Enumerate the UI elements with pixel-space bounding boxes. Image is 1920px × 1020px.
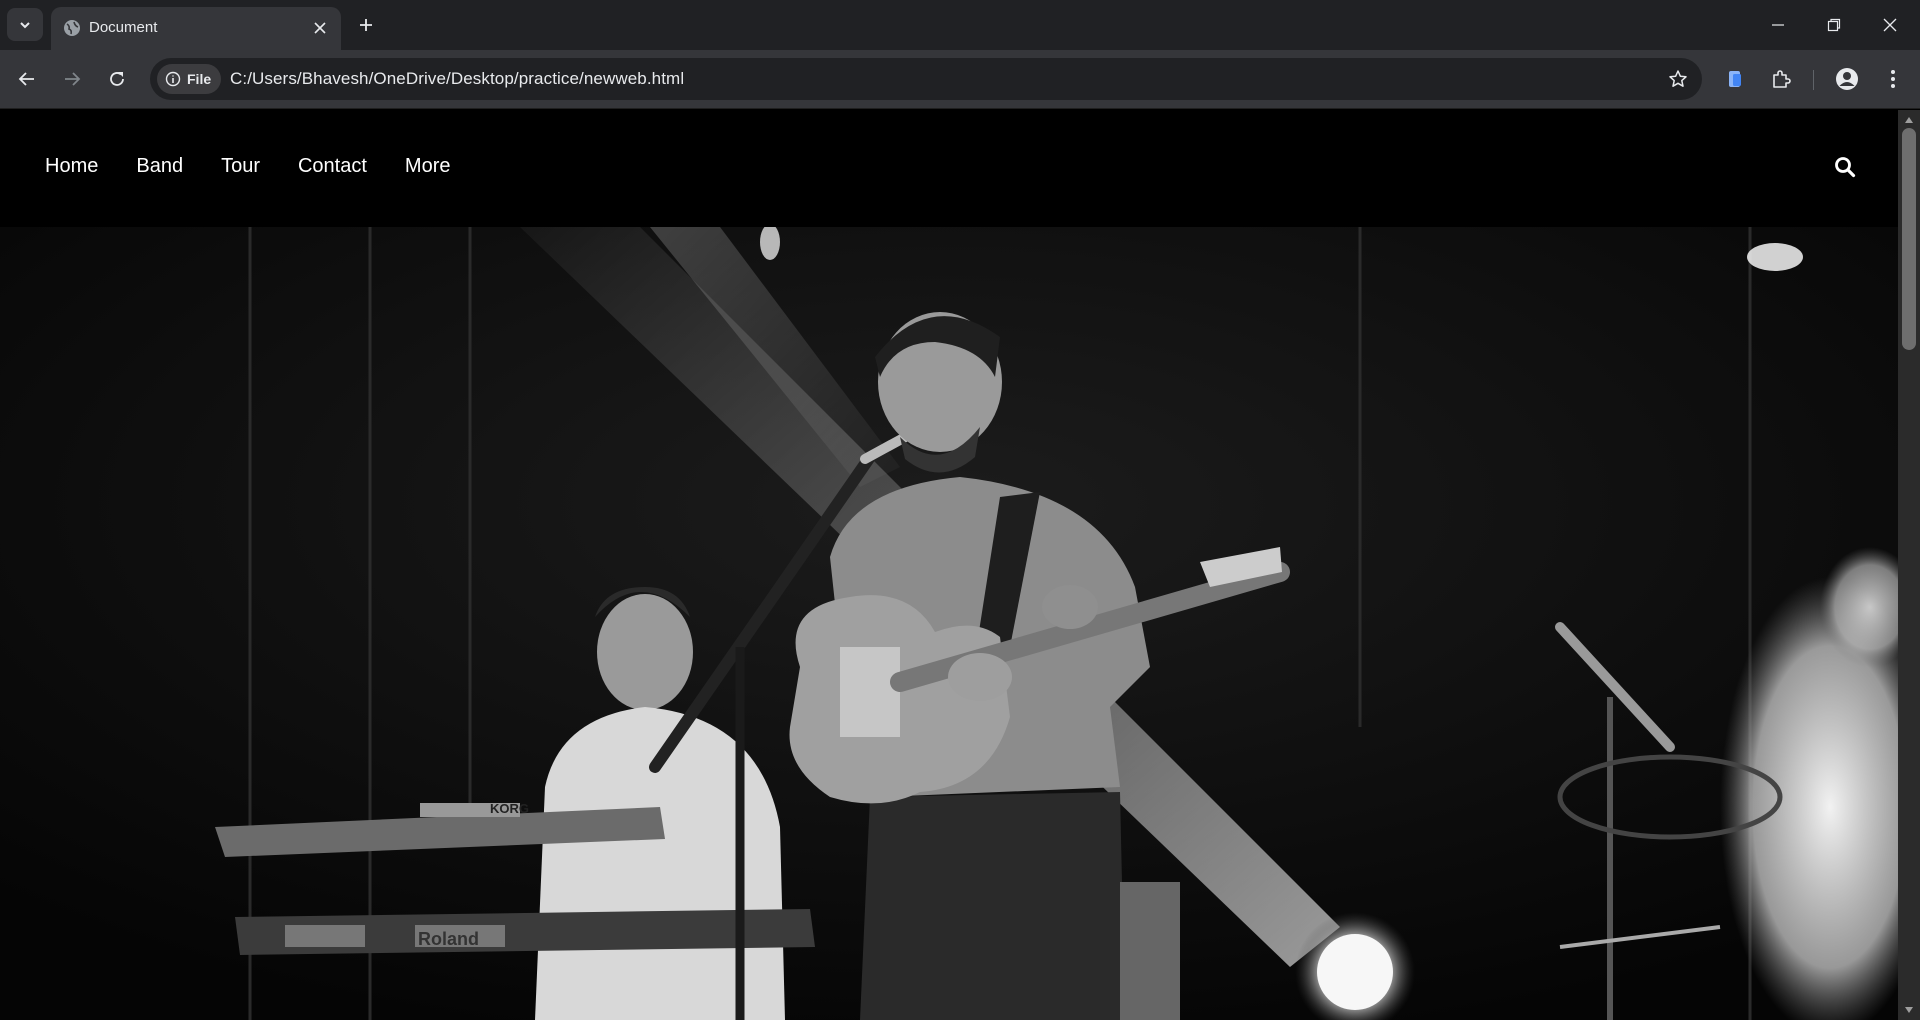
new-tab-button[interactable] xyxy=(352,9,380,41)
browser-tab[interactable]: Document xyxy=(51,7,341,50)
arrow-right-icon xyxy=(65,72,81,86)
restore-icon xyxy=(1827,18,1841,32)
scroll-up-arrow-icon[interactable] xyxy=(1903,114,1915,126)
plus-icon xyxy=(360,19,372,31)
info-icon xyxy=(165,71,181,87)
nav-links: Home Band Tour Contact More xyxy=(26,154,470,178)
profile-icon xyxy=(1836,68,1858,90)
site-navbar: Home Band Tour Contact More xyxy=(0,110,1898,227)
globe-icon xyxy=(64,20,80,36)
reload-button[interactable] xyxy=(100,62,134,96)
band-concert-photo: KORG Roland xyxy=(0,227,1898,1020)
back-button[interactable] xyxy=(10,62,44,96)
arrow-left-icon xyxy=(18,72,34,86)
forward-button[interactable] xyxy=(55,62,89,96)
site-search-button[interactable] xyxy=(1831,153,1859,181)
nav-link-contact[interactable]: Contact xyxy=(279,154,386,178)
page-viewport: Home Band Tour Contact More KORG Roland xyxy=(0,110,1898,1020)
tab-strip: Document xyxy=(0,0,1920,50)
bookmark-star-icon[interactable] xyxy=(1666,67,1690,91)
minimize-icon xyxy=(1772,24,1784,26)
close-tab-icon[interactable] xyxy=(309,17,331,39)
toolbar-divider xyxy=(1813,70,1814,90)
hero-image: KORG Roland xyxy=(0,227,1898,1020)
nav-link-tour[interactable]: Tour xyxy=(202,154,279,178)
keyboard-brand-logo-2: Roland xyxy=(418,929,479,949)
tab-title: Document xyxy=(89,19,158,36)
address-bar[interactable]: File C:/Users/Bhavesh/OneDrive/Desktop/p… xyxy=(150,58,1702,100)
menu-button[interactable] xyxy=(1876,62,1910,96)
browser-toolbar: File C:/Users/Bhavesh/OneDrive/Desktop/p… xyxy=(0,50,1920,109)
tab-search-button[interactable] xyxy=(7,8,43,41)
extension-app-icon xyxy=(1729,71,1741,87)
site-info-chip[interactable]: File xyxy=(157,64,222,94)
extension-app-button[interactable] xyxy=(1718,62,1752,96)
nav-link-band[interactable]: Band xyxy=(117,154,202,178)
minimize-button[interactable] xyxy=(1750,0,1806,50)
close-icon xyxy=(1883,18,1897,32)
chevron-down-icon xyxy=(20,21,30,28)
more-vertical-icon xyxy=(1891,70,1895,88)
page-scrollbar[interactable] xyxy=(1898,110,1920,1020)
puzzle-icon xyxy=(1773,70,1791,88)
reload-icon xyxy=(110,72,124,86)
extensions-button[interactable] xyxy=(1764,62,1798,96)
site-chip-label: File xyxy=(187,71,212,87)
close-window-button[interactable] xyxy=(1862,0,1918,50)
scrollbar-thumb[interactable] xyxy=(1902,128,1916,350)
scroll-down-arrow-icon[interactable] xyxy=(1903,1004,1915,1016)
nav-link-home[interactable]: Home xyxy=(26,154,117,178)
profile-button[interactable] xyxy=(1830,62,1864,96)
url-text[interactable]: C:/Users/Bhavesh/OneDrive/Desktop/practi… xyxy=(230,69,684,89)
nav-link-more[interactable]: More xyxy=(386,154,470,178)
search-icon xyxy=(1835,157,1856,178)
keyboard-brand-logo: KORG xyxy=(490,801,529,816)
restore-button[interactable] xyxy=(1806,0,1862,50)
